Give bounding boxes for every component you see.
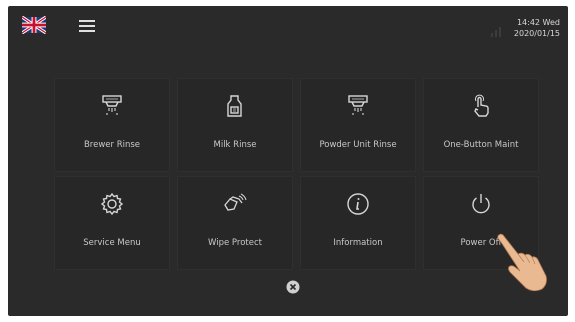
tile-milk-rinse[interactable]: Milk Rinse (177, 78, 293, 172)
control-panel-screen: 14:42 Wed 2020/01/15 Brewer Rinse Milk R… (8, 6, 568, 316)
clock: 14:42 Wed 2020/01/15 (514, 17, 560, 39)
milk-rinse-icon (227, 95, 242, 117)
tile-label: Service Menu (83, 238, 141, 248)
powder-unit-rinse-icon (348, 95, 368, 115)
top-bar: 14:42 Wed 2020/01/15 (8, 6, 568, 48)
info-icon (347, 193, 369, 215)
function-grid: Brewer Rinse Milk Rinse Powder Unit Rins… (54, 78, 539, 270)
tile-powder-unit-rinse[interactable]: Powder Unit Rinse (300, 78, 416, 172)
power-icon (472, 194, 490, 214)
tile-label: Information (333, 238, 383, 248)
hamburger-menu-icon[interactable] (79, 20, 95, 32)
tile-label: Wipe Protect (208, 238, 262, 248)
uk-flag-icon[interactable] (22, 16, 46, 34)
tile-label: Powder Unit Rinse (319, 140, 397, 150)
clock-time: 14:42 Wed (516, 18, 560, 27)
clock-date: 2020/01/15 (513, 29, 560, 38)
tile-label: One-Button Maint (443, 140, 519, 150)
signal-icon (491, 27, 501, 37)
tile-service-menu[interactable]: Service Menu (54, 176, 170, 270)
tile-wipe-protect[interactable]: Wipe Protect (177, 176, 293, 270)
pointing-hand-icon (497, 233, 547, 292)
tile-one-button-maint[interactable]: One-Button Maint (423, 78, 539, 172)
brewer-rinse-icon (102, 95, 122, 115)
gear-icon (100, 192, 124, 216)
tile-label: Brewer Rinse (83, 140, 141, 150)
close-icon[interactable] (286, 280, 300, 294)
tile-label: Milk Rinse (213, 140, 257, 150)
touch-icon (474, 94, 489, 117)
wipe-hand-icon (224, 193, 247, 211)
tile-brewer-rinse[interactable]: Brewer Rinse (54, 78, 170, 172)
tile-information[interactable]: Information (300, 176, 416, 270)
